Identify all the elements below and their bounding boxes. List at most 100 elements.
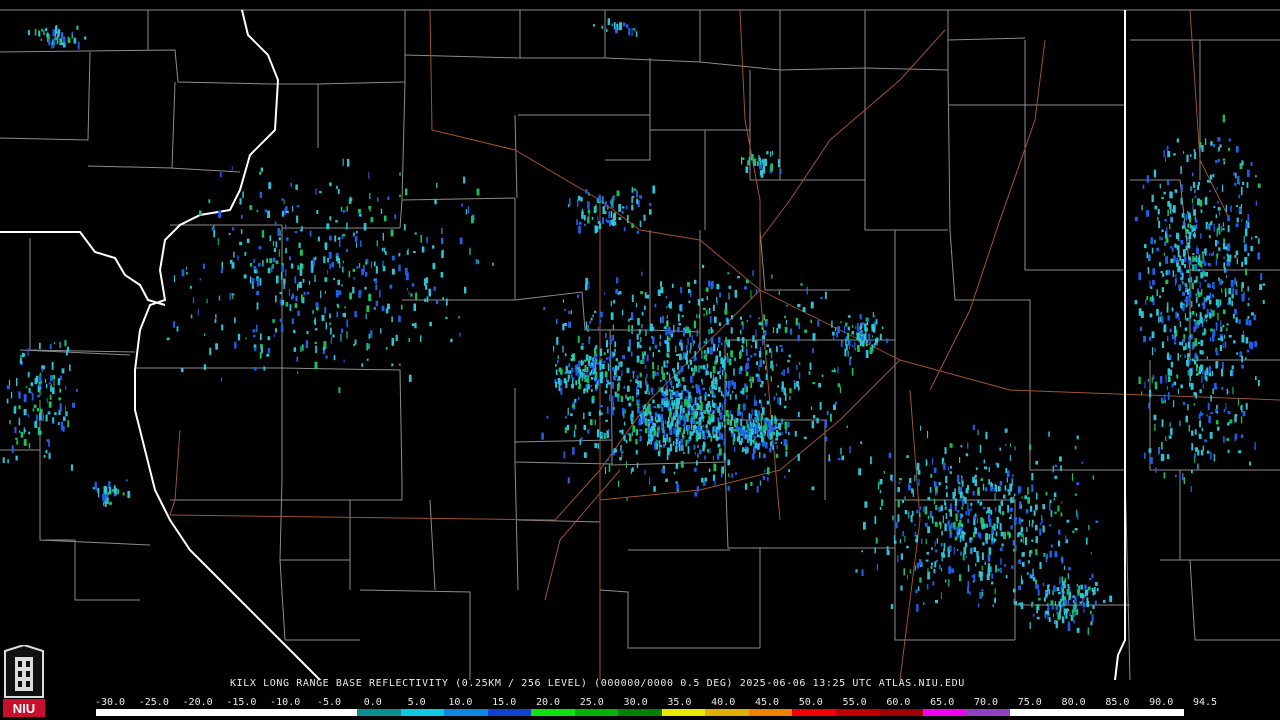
echo-pixel xyxy=(757,414,760,419)
echo-pixel xyxy=(949,503,952,510)
echo-pixel xyxy=(765,420,768,424)
echo-pixel xyxy=(927,568,929,575)
echo-pixel xyxy=(1067,608,1070,612)
echo-pixel xyxy=(837,383,841,388)
echo-pixel xyxy=(1189,382,1191,387)
echo-pixel xyxy=(23,439,27,446)
echo-pixel xyxy=(646,354,649,361)
echo-pixel xyxy=(708,280,711,286)
echo-pixel xyxy=(687,425,691,430)
echo-pixel xyxy=(691,422,693,430)
echo-pixel xyxy=(603,352,606,356)
echo-pixel xyxy=(665,403,668,406)
echo-pixel xyxy=(931,516,934,524)
echo-pixel xyxy=(622,354,626,359)
echo-pixel xyxy=(1165,279,1169,285)
echo-pixel xyxy=(596,226,599,232)
echo-pixel xyxy=(581,343,584,346)
echo-pixel xyxy=(660,317,662,323)
echo-pixel xyxy=(675,376,678,382)
echo-pixel xyxy=(926,461,928,465)
echo-pixel xyxy=(647,405,649,413)
echo-pixel xyxy=(376,197,379,202)
echo-pixel xyxy=(995,507,997,512)
echo-pixel xyxy=(661,400,663,405)
echo-pixel xyxy=(1235,414,1238,417)
echo-pixel xyxy=(1200,350,1204,355)
echo-pixel xyxy=(948,579,950,587)
echo-pixel xyxy=(220,377,223,382)
echo-pixel xyxy=(64,340,67,347)
echo-pixel xyxy=(784,315,787,319)
echo-pixel xyxy=(923,602,925,605)
echo-pixel xyxy=(1086,537,1088,545)
echo-pixel xyxy=(1054,551,1058,558)
colorbar-tick-label: 5.0 xyxy=(407,697,426,708)
echo-pixel xyxy=(45,415,47,422)
echo-pixel xyxy=(737,426,740,430)
echo-pixel xyxy=(1194,338,1198,347)
echo-pixel xyxy=(677,370,681,375)
echo-pixel xyxy=(988,534,991,540)
echo-pixel xyxy=(1142,184,1145,189)
echo-pixel xyxy=(942,461,944,468)
echo-pixel xyxy=(565,367,568,374)
echo-pixel xyxy=(593,371,596,375)
echo-pixel xyxy=(180,368,184,373)
echo-pixel xyxy=(639,220,642,228)
echo-pixel xyxy=(648,391,650,395)
echo-pixel xyxy=(19,430,21,433)
echo-pixel xyxy=(1150,286,1153,289)
echo-pixel xyxy=(55,25,58,30)
echo-pixel xyxy=(1216,255,1218,259)
echo-pixel xyxy=(663,443,666,448)
echo-pixel xyxy=(623,22,626,27)
echo-pixel xyxy=(1217,137,1221,142)
echo-pixel xyxy=(255,324,258,333)
echo-pixel xyxy=(783,369,785,377)
echo-pixel xyxy=(1057,592,1061,595)
echo-pixel xyxy=(1063,565,1065,570)
echo-pixel xyxy=(806,286,808,295)
echo-pixel xyxy=(669,301,672,309)
echo-pixel xyxy=(583,412,585,419)
echo-pixel xyxy=(1165,156,1166,162)
echo-pixel xyxy=(442,297,444,300)
echo-pixel xyxy=(571,377,575,380)
echo-pixel xyxy=(359,214,362,217)
echo-pixel xyxy=(1005,575,1008,579)
echo-pixel xyxy=(1246,182,1249,189)
echo-pixel xyxy=(747,160,750,166)
echo-pixel xyxy=(694,492,698,497)
echo-pixel xyxy=(1039,528,1042,536)
echo-pixel xyxy=(18,405,21,409)
echo-pixel xyxy=(1180,197,1183,205)
echo-pixel xyxy=(752,440,755,444)
echo-pixel xyxy=(628,324,630,332)
echo-pixel xyxy=(756,486,759,493)
echo-pixel xyxy=(712,426,714,435)
echo-pixel xyxy=(317,236,320,242)
echo-pixel xyxy=(278,249,280,257)
colorbar-tick-label: 0.0 xyxy=(363,697,382,708)
echo-pixel xyxy=(624,409,626,414)
echo-pixel xyxy=(105,486,108,495)
echo-pixel xyxy=(698,365,701,373)
echo-pixel xyxy=(621,430,624,435)
echo-pixel xyxy=(1042,525,1045,533)
echo-pixel xyxy=(1152,268,1156,275)
echo-pixel xyxy=(204,333,206,336)
echo-pixel xyxy=(858,468,862,476)
echo-pixel xyxy=(739,316,742,320)
echo-pixel xyxy=(331,262,335,268)
echo-pixel xyxy=(231,293,235,296)
echo-pixel xyxy=(578,396,580,401)
echo-pixel xyxy=(65,411,68,417)
echo-pixel xyxy=(441,249,444,258)
echo-pixel xyxy=(1221,368,1224,377)
echo-pixel xyxy=(950,529,952,534)
echo-pixel xyxy=(43,30,45,36)
echo-pixel xyxy=(1014,446,1016,451)
echo-pixel xyxy=(59,341,61,348)
echo-pixel xyxy=(730,327,733,334)
